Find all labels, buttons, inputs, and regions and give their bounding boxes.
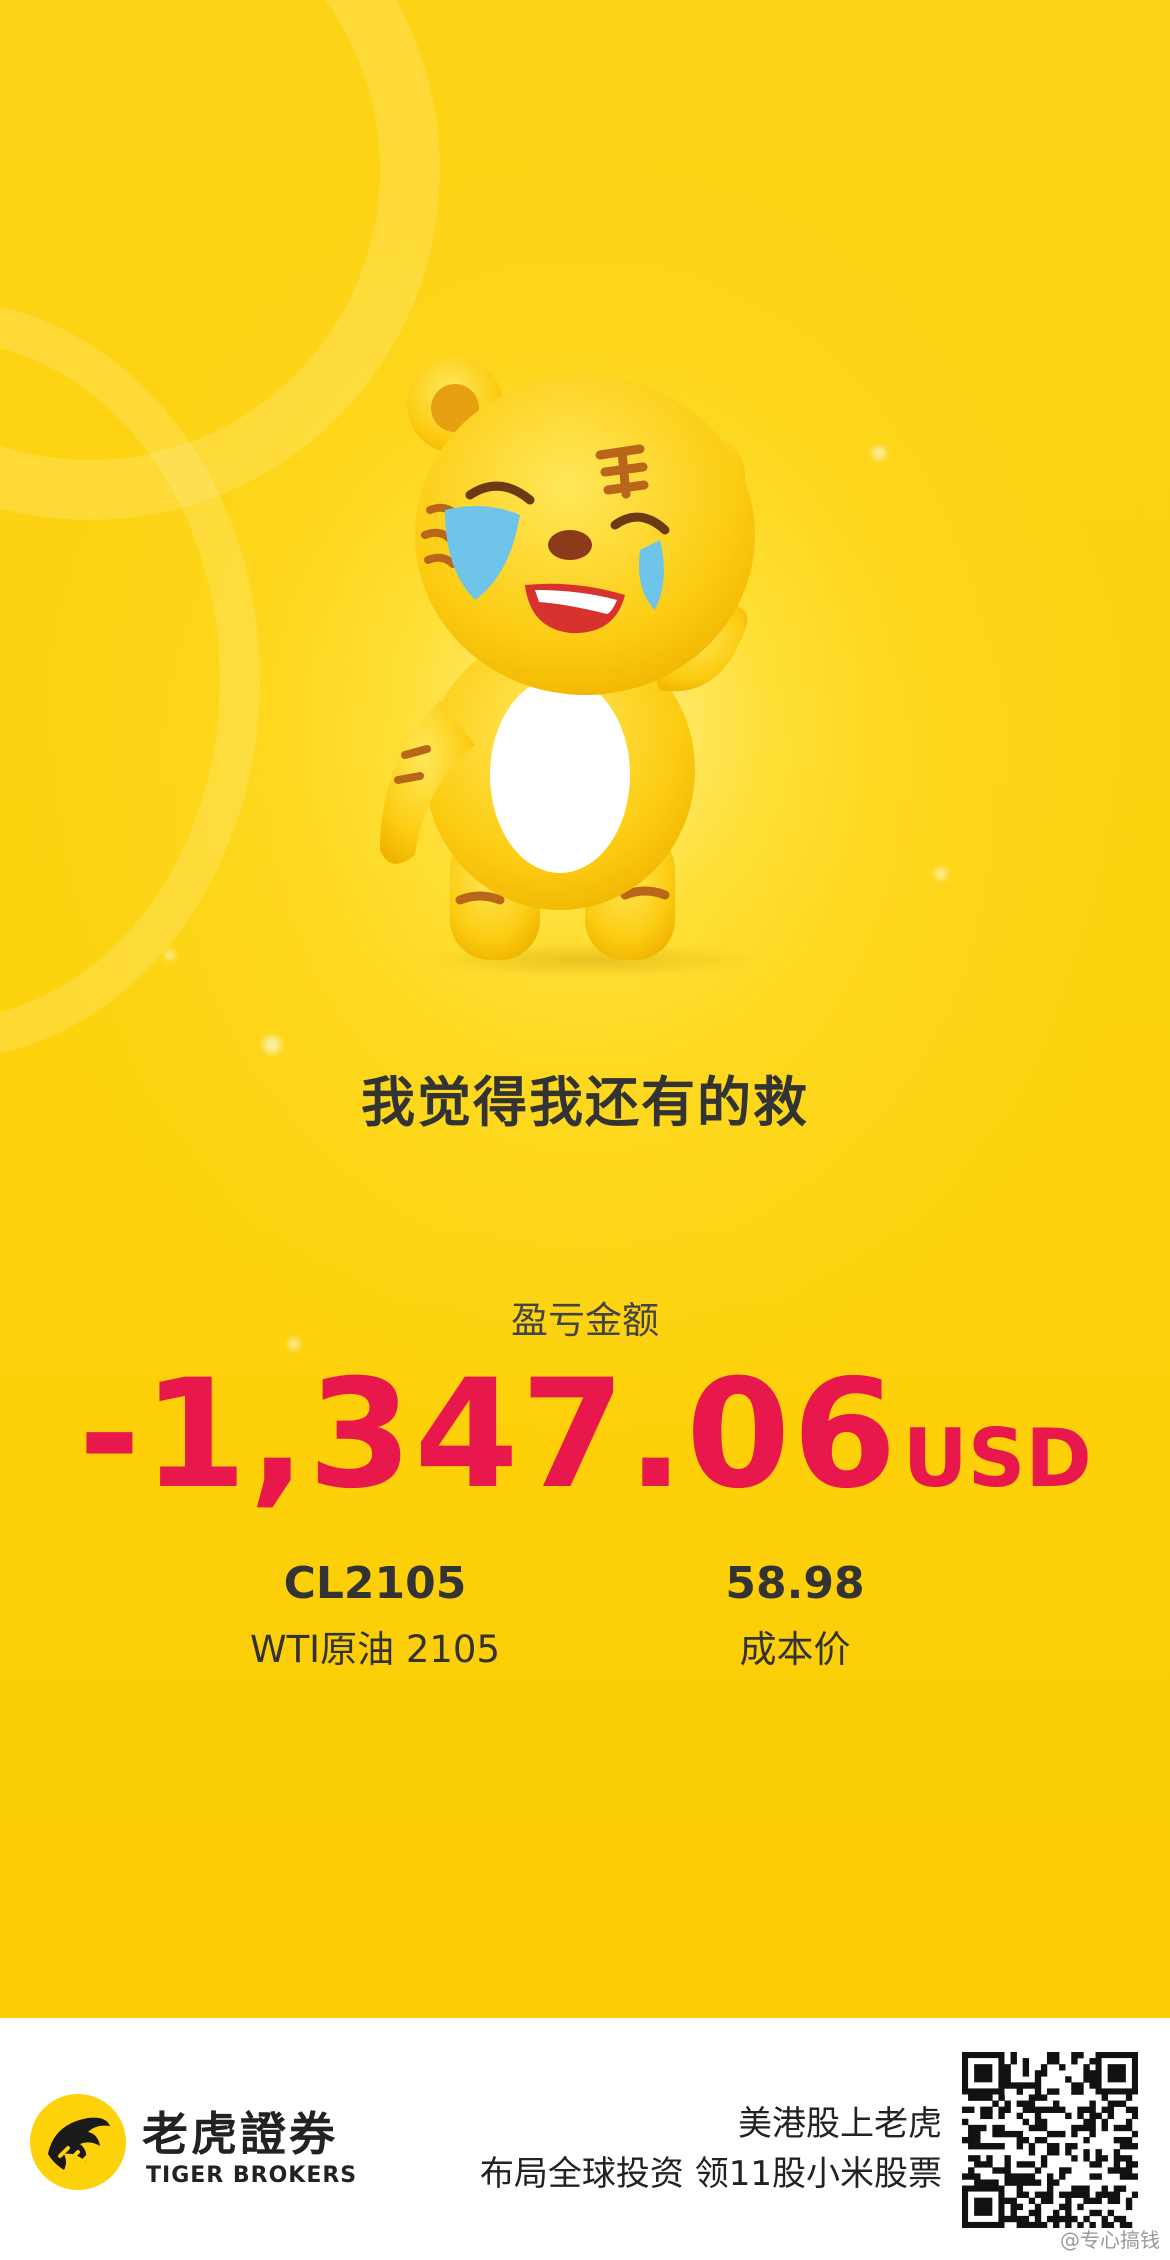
cost-price-stat: 58.98 成本价 <box>680 1558 910 1673</box>
sparkle <box>263 1036 281 1054</box>
share-card-hero <box>0 0 1170 2018</box>
pl-amount: -1,347.06 <box>78 1348 899 1522</box>
tiger-brokers-logo-icon <box>30 2094 126 2190</box>
symbol-stat: CL2105 WTI原油 2105 <box>210 1558 540 1673</box>
symbol-code: CL2105 <box>283 1558 467 1609</box>
cost-price-value: 58.98 <box>725 1558 865 1609</box>
brand-name-en: TIGER BROKERS <box>146 2163 358 2188</box>
pl-amount-row: -1,347.06 USD <box>0 1360 1170 1510</box>
brand-name-cn: 老虎證券 <box>142 2107 338 2161</box>
symbol-name: WTI原油 2105 <box>249 1628 501 1671</box>
footer: 老虎證券 TIGER BROKERS 美港股上老虎 布局全球投资 领11股小米股… <box>0 2018 1170 2260</box>
pl-currency: USD <box>902 1412 1092 1505</box>
crying-tiger-mascot-icon <box>380 360 760 978</box>
cost-price-label: 成本价 <box>739 1628 851 1671</box>
watermark: @专心搞钱 <box>1060 2228 1160 2252</box>
mood-text: 我觉得我还有的救 <box>361 1071 809 1134</box>
sparkle <box>935 868 947 880</box>
sparkle <box>165 950 175 960</box>
pl-label: 盈亏金额 <box>511 1299 659 1342</box>
slogan-line-2: 布局全球投资 领11股小米股票 <box>479 2154 942 2194</box>
sparkle <box>872 446 886 460</box>
slogan-line-1: 美港股上老虎 <box>738 2104 942 2144</box>
qr-code-icon[interactable] <box>962 2052 1138 2228</box>
